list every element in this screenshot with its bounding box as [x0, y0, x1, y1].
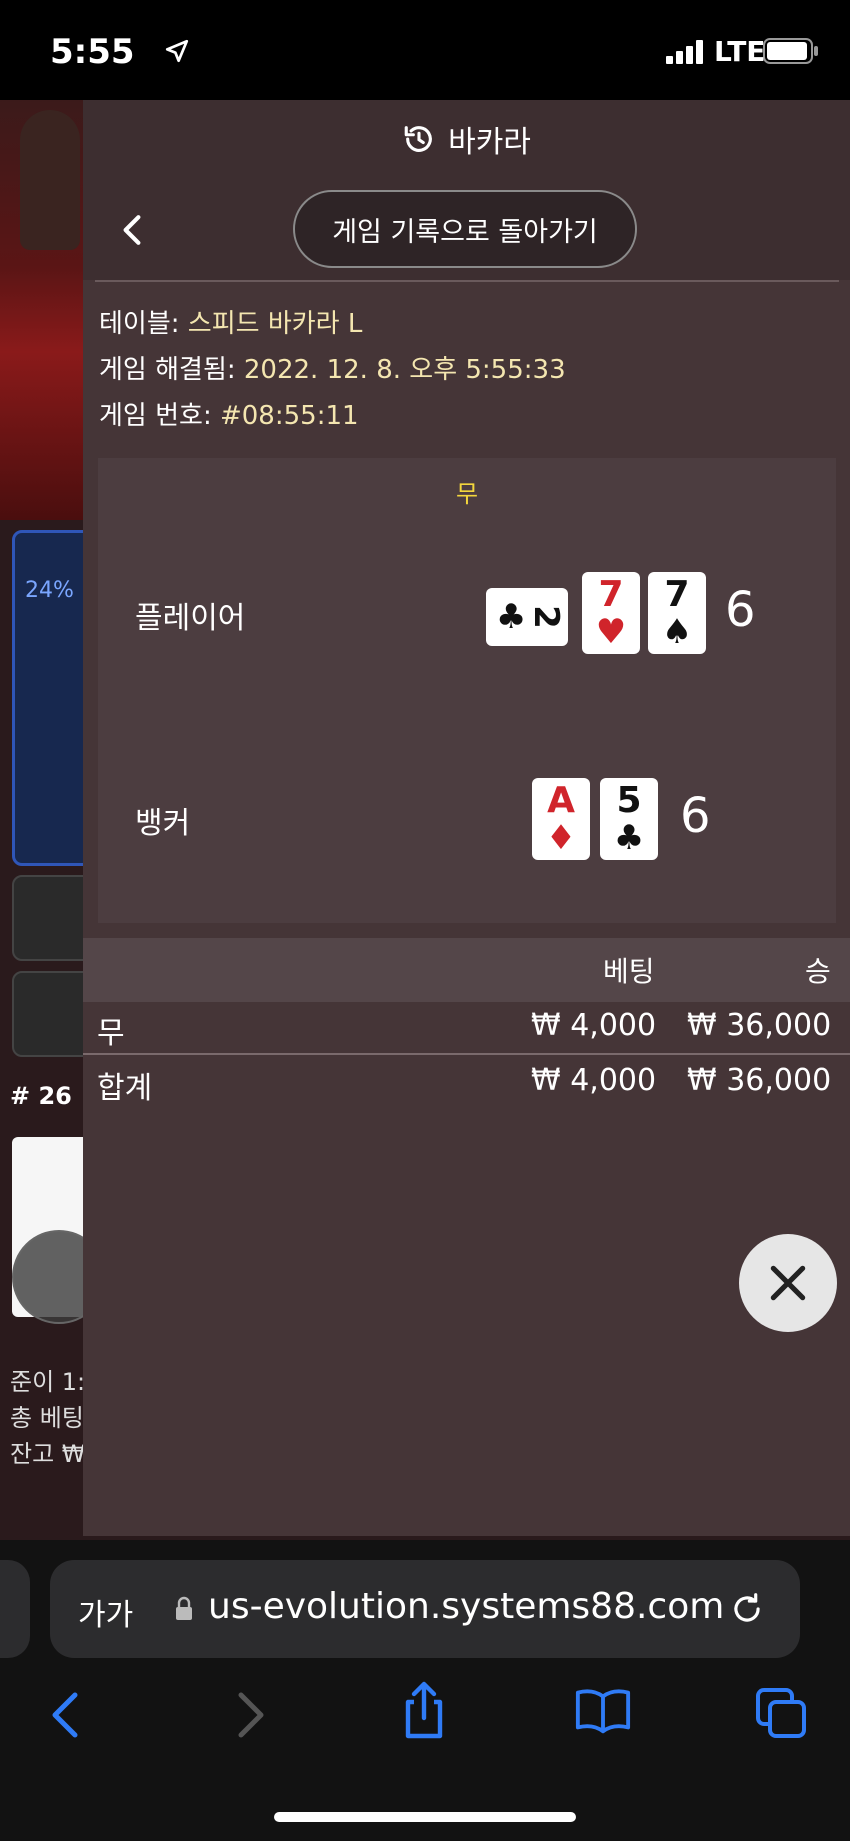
bet-table-header: 베팅 승 [83, 938, 850, 1002]
back-chevron-icon[interactable] [119, 214, 145, 246]
back-to-history-button[interactable]: 게임 기록으로 돌아가기 [293, 190, 637, 268]
player-card-2: 7 ♥ [582, 572, 640, 654]
close-button[interactable] [739, 1234, 837, 1332]
round-label: # 26 [10, 1082, 72, 1110]
url-text[interactable]: us-evolution.systems88.com [208, 1586, 724, 1627]
player-label: 플레이어 [135, 601, 246, 636]
dealer-video [0, 100, 90, 520]
bet-row-win: ₩ 36,000 [687, 1008, 832, 1043]
battery-icon [763, 38, 818, 64]
table-info: 테이블: 스피드 바카라 L [99, 303, 362, 340]
total-row: 합계 ₩ 4,000 ₩ 36,000 [83, 1055, 850, 1109]
lock-icon [176, 1596, 192, 1620]
result-box: 무 플레이어 ♣ 2 7 ♥ 7 ♠ 6 뱅커 A ♦ 5 ♣ 6 [98, 458, 836, 923]
outcome-label: 무 [455, 480, 479, 508]
game-number-label: 게임 번호: [99, 401, 212, 431]
address-bar[interactable]: 가가 us-evolution.systems88.com [50, 1560, 800, 1658]
table-label: 테이블: [99, 309, 180, 339]
banker-card-1: A ♦ [532, 778, 590, 860]
browser-chrome: 가가 us-evolution.systems88.com [0, 1540, 850, 1841]
player-card-1: ♣ 2 [486, 588, 568, 646]
signal-icon [666, 40, 703, 64]
player-percent: 24% [25, 578, 74, 603]
resolved-info: 게임 해결됨: 2022. 12. 8. 오후 5:55:33 [99, 349, 566, 386]
side-bet-1[interactable] [12, 875, 94, 961]
total-bet: ₩ 4,000 [531, 1063, 657, 1098]
share-icon[interactable] [398, 1680, 450, 1740]
table-value: 스피드 바카라 L [187, 309, 363, 339]
location-arrow-icon [165, 39, 189, 63]
network-label: LTE [714, 35, 766, 68]
banker-label: 뱅커 [135, 806, 191, 841]
total-win: ₩ 36,000 [687, 1063, 832, 1098]
player-card-3: 7 ♠ [648, 572, 706, 654]
panel-header: 바카라 [83, 100, 850, 178]
game-history-panel: 바카라 게임 기록으로 돌아가기 테이블: 스피드 바카라 L 게임 해결됨: … [83, 100, 850, 1536]
close-icon [770, 1265, 806, 1301]
header-win: 승 [805, 955, 831, 988]
back-icon[interactable] [48, 1690, 82, 1740]
bookmarks-icon[interactable] [574, 1686, 632, 1734]
bet-row: 무 ₩ 4,000 ₩ 36,000 [83, 1000, 850, 1054]
home-indicator [274, 1812, 576, 1822]
side-bet-2[interactable] [12, 971, 94, 1057]
tabs-icon[interactable] [754, 1686, 808, 1738]
banker-card-2: 5 ♣ [600, 778, 658, 860]
history-icon [404, 126, 432, 152]
resolved-value: 2022. 12. 8. 오후 5:55:33 [243, 355, 566, 385]
reader-text-size-button[interactable]: 가가 [78, 1590, 133, 1634]
status-time: 5:55 [50, 32, 135, 72]
game-number-info: 게임 번호: #08:55:11 [99, 395, 359, 432]
previous-tab[interactable] [0, 1560, 30, 1658]
status-bar: 5:55 LTE [0, 0, 850, 100]
divider [95, 280, 839, 282]
panel-title: 바카라 [448, 125, 531, 160]
bet-row-bet: ₩ 4,000 [531, 1008, 657, 1043]
resolved-label: 게임 해결됨: [99, 355, 236, 385]
header-bet: 베팅 [603, 955, 655, 988]
total-label: 합계 [97, 1071, 153, 1106]
game-number-value: #08:55:11 [219, 401, 359, 431]
bet-row-label: 무 [97, 1016, 125, 1051]
player-score: 6 [725, 582, 756, 638]
banker-score: 6 [680, 788, 711, 844]
forward-icon[interactable] [234, 1690, 268, 1740]
reload-icon[interactable] [728, 1590, 766, 1628]
